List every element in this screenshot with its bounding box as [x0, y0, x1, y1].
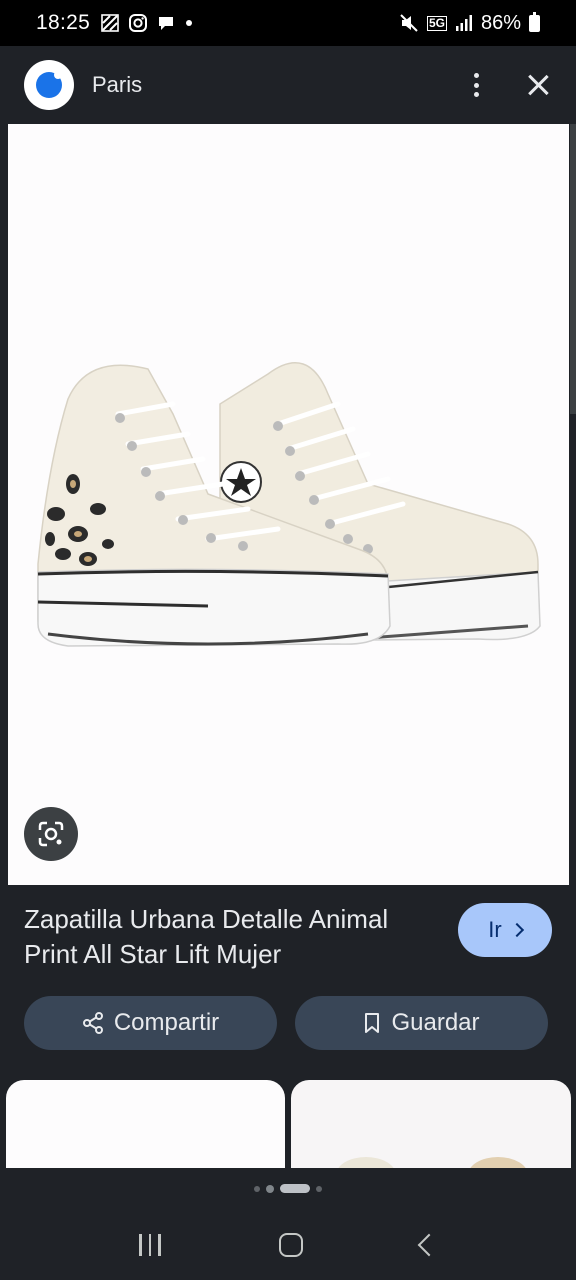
page-dot-active	[280, 1184, 310, 1193]
sneakers-image	[37, 362, 541, 647]
visit-button[interactable]: Ir	[458, 903, 552, 957]
signal-icon	[455, 15, 472, 31]
recents-icon[interactable]	[139, 1234, 161, 1256]
bookmark-icon	[365, 1013, 380, 1033]
product-title: Zapatilla Urbana Detalle Animal Print Al…	[24, 904, 389, 969]
status-time: 18:25	[36, 11, 91, 34]
chat-icon	[159, 17, 174, 30]
instagram-icon	[129, 14, 148, 32]
status-bar: 18:25 5G 86%	[0, 0, 576, 46]
google-lens-button[interactable]	[24, 807, 78, 861]
share-label: Compartir	[113, 1009, 220, 1036]
status-system-icons: 5G 86%	[399, 11, 540, 35]
share-icon	[82, 1012, 103, 1034]
status-notification-icons	[100, 13, 194, 33]
back-icon[interactable]	[417, 1233, 441, 1257]
battery-percent: 86%	[480, 11, 521, 34]
save-label: Guardar	[391, 1009, 480, 1036]
logo-dot	[54, 71, 62, 79]
page-dot	[266, 1184, 274, 1193]
share-button[interactable]: Compartir	[24, 996, 277, 1050]
related-result-card[interactable]	[6, 1080, 285, 1180]
product-image[interactable]	[8, 124, 569, 885]
page-dot	[316, 1185, 322, 1192]
page-indicator	[0, 1184, 576, 1193]
page-dot	[254, 1185, 260, 1192]
google-lens-icon	[38, 821, 64, 847]
visit-button-label: Ir	[488, 917, 502, 942]
system-nav-bar	[0, 1210, 576, 1280]
battery-icon	[529, 11, 540, 32]
close-icon[interactable]	[524, 71, 552, 99]
dot-icon	[186, 20, 193, 26]
chevron-right-icon	[509, 922, 524, 938]
mute-icon	[400, 14, 418, 32]
related-result-card[interactable]	[291, 1080, 571, 1180]
home-icon[interactable]	[278, 1233, 303, 1257]
google-app-logo[interactable]	[24, 60, 74, 110]
header-title: Paris	[92, 72, 143, 97]
header-actions	[466, 71, 552, 99]
more-vert-icon[interactable]	[466, 71, 486, 99]
app-header: Paris	[0, 46, 576, 124]
network-label: 5G	[426, 15, 447, 31]
save-button[interactable]: Guardar	[295, 996, 548, 1050]
scroll-indicator	[570, 124, 576, 414]
related-result-thumbnail	[336, 1157, 528, 1180]
screenshot-icon	[101, 14, 119, 32]
